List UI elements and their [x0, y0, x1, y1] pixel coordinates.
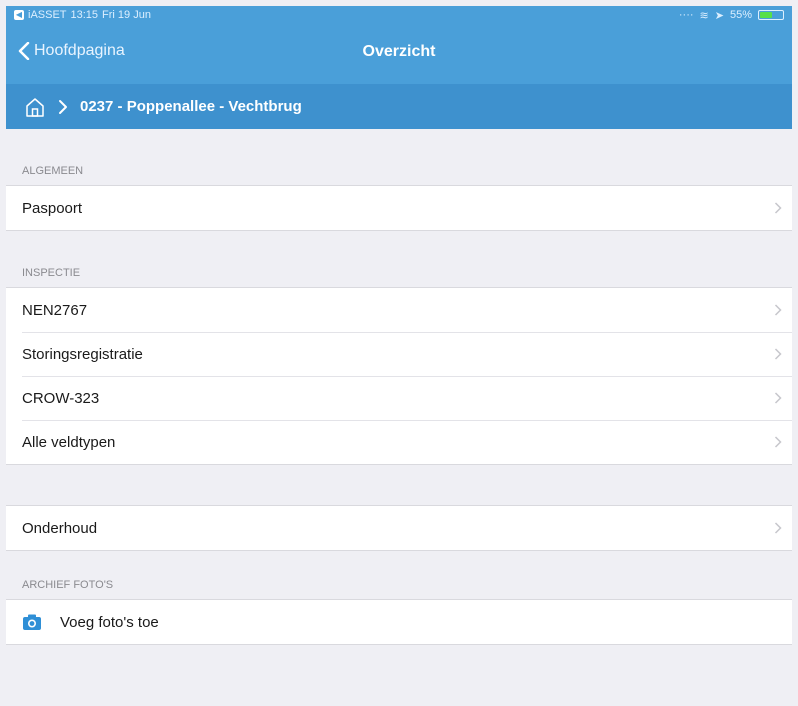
- chevron-right-icon: [774, 392, 782, 404]
- list-item-storingsregistratie[interactable]: Storingsregistratie: [6, 332, 792, 376]
- list-item-onderhoud[interactable]: Onderhoud: [6, 506, 792, 550]
- home-icon[interactable]: [24, 96, 46, 118]
- breadcrumb-separator-svg: [59, 99, 67, 114]
- section-header-inspectie: INSPECTIE: [22, 267, 81, 279]
- list-item-label: Paspoort: [22, 199, 83, 217]
- list-item-label: CROW-323: [22, 389, 100, 407]
- date-label: Fri 19 Jun: [102, 9, 151, 21]
- chevron-right-icon: [774, 348, 782, 360]
- camera-icon: [22, 613, 42, 631]
- status-bar: ◀ iASSET 13:15 Fri 19 Jun ···· ≋ ➤ 55%: [6, 6, 792, 24]
- breadcrumb-current[interactable]: 0237 - Poppenallee - Vechtbrug: [80, 98, 302, 115]
- camera-icon-svg: [23, 614, 41, 630]
- breadcrumb: 0237 - Poppenallee - Vechtbrug: [6, 84, 792, 129]
- section-header-algemeen: ALGEMEEN: [22, 165, 84, 177]
- list-item-alle-veldtypen[interactable]: Alle veldtypen: [6, 420, 792, 464]
- chevron-right-icon: [58, 99, 68, 115]
- navigation-bar: Hoofdpagina Overzicht: [6, 24, 792, 84]
- page-title: Overzicht: [362, 43, 436, 60]
- group-inspectie: NEN2767 Storingsregistratie CROW-323 All…: [6, 287, 792, 465]
- app-badge-icon: ◀: [14, 10, 24, 20]
- add-photo-content: Voeg foto's toe: [22, 613, 159, 631]
- status-left: ◀ iASSET 13:15 Fri 19 Jun: [14, 9, 151, 21]
- list-item-crow-323[interactable]: CROW-323: [6, 376, 792, 420]
- list-item-label: Onderhoud: [22, 519, 98, 537]
- wifi-icon: ≋: [699, 9, 709, 22]
- overview-list: ALGEMEEN Paspoort INSPECTIE NEN2767 Stor…: [6, 129, 792, 645]
- status-right: ···· ≋ ➤ 55%: [679, 9, 784, 22]
- list-item-label: Alle veldtypen: [22, 433, 116, 451]
- add-photo-button[interactable]: Voeg foto's toe: [6, 600, 792, 644]
- time-label: 13:15: [70, 9, 99, 21]
- list-item-label: Storingsregistratie: [22, 345, 143, 363]
- app-window: ◀ iASSET 13:15 Fri 19 Jun ···· ≋ ➤ 55% H…: [0, 0, 798, 706]
- location-icon: ➤: [714, 9, 724, 22]
- group-onderhoud: Onderhoud: [6, 505, 792, 551]
- carrier-label: iASSET: [28, 9, 67, 21]
- add-photo-label: Voeg foto's toe: [60, 613, 159, 631]
- list-item-nen2767[interactable]: NEN2767: [6, 288, 792, 332]
- battery-label: 55%: [729, 9, 752, 21]
- list-item-label: NEN2767: [22, 301, 88, 319]
- home-icon-svg: [26, 97, 44, 117]
- chevron-right-icon: [774, 522, 782, 534]
- chevron-right-icon: [774, 436, 782, 448]
- list-item-paspoort[interactable]: Paspoort: [6, 186, 792, 230]
- chevron-right-icon: [774, 304, 782, 316]
- section-header-archief: ARCHIEF FOTO'S: [22, 579, 114, 591]
- battery-icon: [758, 10, 784, 20]
- group-archief: Voeg foto's toe: [6, 599, 792, 645]
- battery-fill: [760, 12, 773, 18]
- chevron-right-icon: [774, 202, 782, 214]
- group-algemeen: Paspoort: [6, 185, 792, 231]
- signal-icon: ····: [678, 9, 694, 21]
